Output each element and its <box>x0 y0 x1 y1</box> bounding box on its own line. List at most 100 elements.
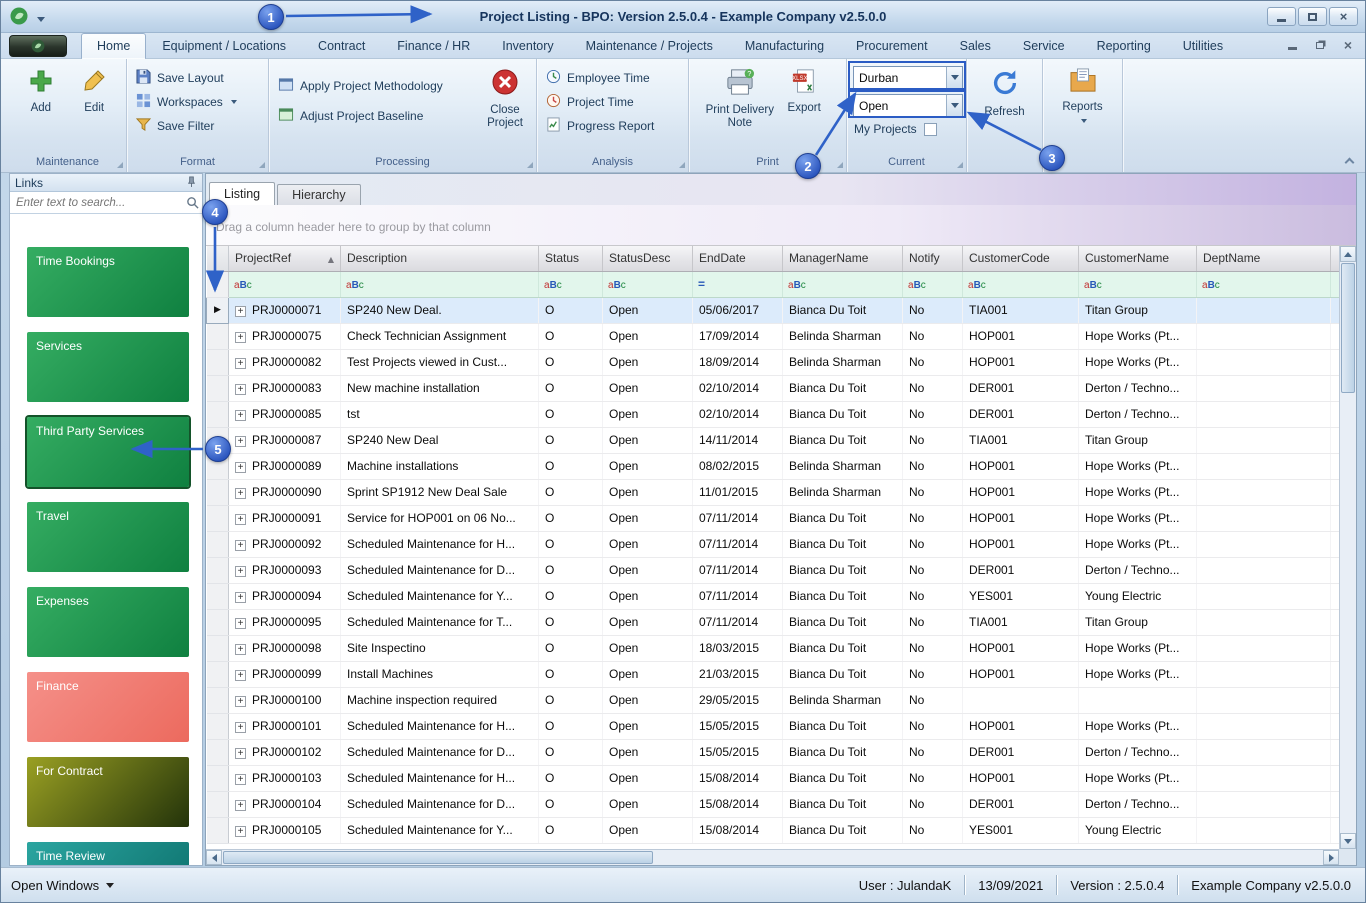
filter-cell-managername[interactable]: aBc <box>783 271 903 297</box>
expand-icon[interactable]: + <box>235 306 246 317</box>
ribbon-tab-manufacturing[interactable]: Manufacturing <box>729 33 840 59</box>
column-header-statusdesc[interactable]: StatusDesc <box>603 246 693 271</box>
close-button[interactable]: × <box>1329 7 1358 26</box>
horizontal-scrollbar[interactable] <box>206 849 1339 865</box>
filter-cell-customername[interactable]: aBc <box>1079 271 1197 297</box>
expand-icon[interactable]: + <box>235 462 246 473</box>
minimize-button[interactable] <box>1267 7 1296 26</box>
dialog-launcher-icon[interactable] <box>259 162 265 168</box>
reports-button[interactable]: Reports <box>1052 59 1114 123</box>
maximize-button[interactable] <box>1298 7 1327 26</box>
expand-icon[interactable]: + <box>235 488 246 499</box>
dialog-launcher-icon[interactable] <box>957 162 963 168</box>
column-header-customername[interactable]: CustomerName <box>1079 246 1197 271</box>
grid-row[interactable]: +PRJ0000098Site InspectinoOOpen18/03/201… <box>207 635 1340 661</box>
my-projects-checkbox[interactable] <box>924 123 937 136</box>
filter-cell-deptname[interactable]: aBc <box>1197 271 1331 297</box>
workspaces-button[interactable]: Workspaces <box>132 90 263 113</box>
expand-icon[interactable]: + <box>235 566 246 577</box>
ribbon-tab-sales[interactable]: Sales <box>944 33 1007 59</box>
sidebar-tile-finance[interactable]: Finance <box>27 672 189 742</box>
pin-icon[interactable] <box>186 176 197 190</box>
expand-icon[interactable]: + <box>235 800 246 811</box>
grid-row[interactable]: +PRJ0000104Scheduled Maintenance for D..… <box>207 791 1340 817</box>
ribbon-tab-service[interactable]: Service <box>1007 33 1081 59</box>
grid-row[interactable]: +PRJ0000102Scheduled Maintenance for D..… <box>207 739 1340 765</box>
grid-row[interactable]: +PRJ0000090Sprint SP1912 New Deal SaleOO… <box>207 479 1340 505</box>
grid-row[interactable]: +PRJ0000094Scheduled Maintenance for Y..… <box>207 583 1340 609</box>
expand-icon[interactable]: + <box>235 540 246 551</box>
dialog-launcher-icon[interactable] <box>117 162 123 168</box>
filter-cell-enddate[interactable]: = <box>693 271 783 297</box>
grid-row[interactable]: +PRJ0000089Machine installationsOOpen08/… <box>207 453 1340 479</box>
project-time-button[interactable]: Project Time <box>542 90 683 113</box>
ribbon-tab-finance-hr[interactable]: Finance / HR <box>381 33 486 59</box>
save-filter-button[interactable]: Save Filter <box>132 114 263 137</box>
adjust-project-baseline-button[interactable]: Adjust Project Baseline <box>274 102 469 130</box>
grid-row[interactable]: +PRJ0000095Scheduled Maintenance for T..… <box>207 609 1340 635</box>
scroll-down-icon[interactable] <box>1340 833 1356 849</box>
grid-row[interactable]: +PRJ0000085tstOOpen02/10/2014Bianca Du T… <box>207 401 1340 427</box>
scroll-up-icon[interactable] <box>1340 246 1356 262</box>
expand-icon[interactable]: + <box>235 644 246 655</box>
sidebar-tile-expenses[interactable]: Expenses <box>27 587 189 657</box>
filter-cell-description[interactable]: aBc <box>341 271 539 297</box>
expand-icon[interactable]: + <box>235 358 246 369</box>
grid-row[interactable]: +PRJ0000093Scheduled Maintenance for D..… <box>207 557 1340 583</box>
mdi-close-button[interactable]: × <box>1341 38 1355 52</box>
grid-row[interactable]: +PRJ0000100Machine inspection requiredOO… <box>207 687 1340 713</box>
mdi-restore-button[interactable] <box>1313 38 1327 52</box>
sidebar-tile-time-bookings[interactable]: Time Bookings <box>27 247 189 317</box>
grid-row[interactable]: +PRJ0000103Scheduled Maintenance for H..… <box>207 765 1340 791</box>
search-icon[interactable] <box>182 196 202 209</box>
grid-row[interactable]: +PRJ0000101Scheduled Maintenance for H..… <box>207 713 1340 739</box>
sidebar-search-input[interactable] <box>10 192 182 213</box>
ribbon-tab-equipment-locations[interactable]: Equipment / Locations <box>146 33 302 59</box>
column-header-notify[interactable]: Notify <box>903 246 963 271</box>
group-by-panel[interactable]: Drag a column header here to group by th… <box>206 205 1356 246</box>
column-header-customercode[interactable]: CustomerCode <box>963 246 1079 271</box>
save-layout-button[interactable]: Save Layout <box>132 66 263 89</box>
scroll-right-icon[interactable] <box>1323 850 1339 865</box>
ribbon-tab-reporting[interactable]: Reporting <box>1081 33 1167 59</box>
column-header-deptname[interactable]: DeptName <box>1197 246 1331 271</box>
expand-icon[interactable]: + <box>235 670 246 681</box>
grid-row[interactable]: ▶+PRJ0000071SP240 New Deal.OOpen05/06/20… <box>207 297 1340 323</box>
apply-project-methodology-button[interactable]: Apply Project Methodology <box>274 72 469 100</box>
column-header-projectref[interactable]: ProjectRef▲ <box>229 246 341 271</box>
add-button[interactable]: Add <box>16 59 66 115</box>
dialog-launcher-icon[interactable] <box>527 162 533 168</box>
column-header-managername[interactable]: ManagerName <box>783 246 903 271</box>
column-header-enddate[interactable]: EndDate <box>693 246 783 271</box>
ribbon-tab-home[interactable]: Home <box>81 33 146 59</box>
edit-button[interactable]: Edit <box>69 59 119 115</box>
expand-icon[interactable]: + <box>235 514 246 525</box>
sidebar-tile-travel[interactable]: Travel <box>27 502 189 572</box>
progress-report-button[interactable]: Progress Report <box>542 114 683 137</box>
filter-cell-customercode[interactable]: aBc <box>963 271 1079 297</box>
ribbon-tab-maintenance-projects[interactable]: Maintenance / Projects <box>570 33 729 59</box>
export-button[interactable]: XLSX Export <box>778 59 830 115</box>
employee-time-button[interactable]: Employee Time <box>542 66 683 89</box>
ribbon-tab-contract[interactable]: Contract <box>302 33 381 59</box>
column-header-description[interactable]: Description <box>341 246 539 271</box>
vertical-scrollbar[interactable] <box>1339 246 1356 849</box>
horizontal-scroll-thumb[interactable] <box>223 851 653 864</box>
expand-icon[interactable]: + <box>235 332 246 343</box>
vertical-scroll-thumb[interactable] <box>1341 263 1355 393</box>
sidebar-tile-services[interactable]: Services <box>27 332 189 402</box>
grid-row[interactable]: +PRJ0000075Check Technician AssignmentOO… <box>207 323 1340 349</box>
expand-icon[interactable]: + <box>235 618 246 629</box>
ribbon-tab-utilities[interactable]: Utilities <box>1167 33 1239 59</box>
expand-icon[interactable]: + <box>235 722 246 733</box>
scroll-left-icon[interactable] <box>206 850 222 865</box>
grid-row[interactable]: +PRJ0000091Service for HOP001 on 06 No..… <box>207 505 1340 531</box>
sidebar-tile-for-contract[interactable]: For Contract <box>27 757 189 827</box>
expand-icon[interactable]: + <box>235 384 246 395</box>
grid-row[interactable]: +PRJ0000083New machine installationOOpen… <box>207 375 1340 401</box>
ribbon-tab-procurement[interactable]: Procurement <box>840 33 944 59</box>
refresh-button[interactable]: Refresh <box>975 59 1035 119</box>
application-menu-button[interactable] <box>9 35 67 57</box>
grid-row[interactable]: +PRJ0000105Scheduled Maintenance for Y..… <box>207 817 1340 843</box>
open-windows-button[interactable]: Open Windows <box>11 878 114 893</box>
